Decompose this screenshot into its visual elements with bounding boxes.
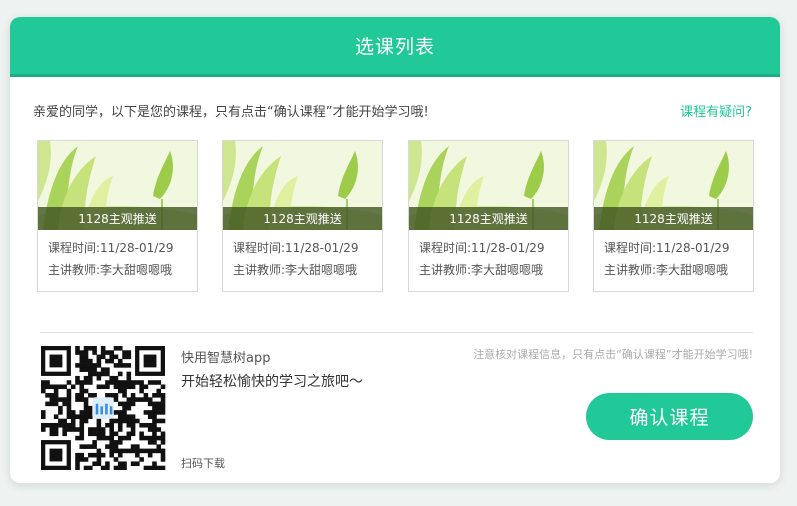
course-cover-image: 1128主观推送: [223, 141, 382, 230]
course-card[interactable]: 1128主观推送 课程时间:11/28-01/29 主讲教师:李大甜嗯嗯哦: [408, 140, 569, 292]
section-divider: [40, 332, 753, 333]
course-teacher: 主讲教师:李大甜嗯嗯哦: [48, 263, 173, 277]
course-name: 1128主观推送: [38, 207, 197, 230]
course-name: 1128主观推送: [409, 207, 568, 230]
app-name: 快用智慧树app: [181, 351, 271, 366]
app-download-qr-code-icon: [41, 346, 167, 470]
course-name: 1128主观推送: [594, 207, 753, 230]
course-card[interactable]: 1128主观推送 课程时间:11/28-01/29 主讲教师:李大甜嗯嗯哦: [593, 140, 754, 292]
modal-header: 选课列表: [10, 17, 780, 77]
course-teacher: 主讲教师:李大甜嗯嗯哦: [604, 263, 729, 277]
course-info: 课程时间:11/28-01/29 主讲教师:李大甜嗯嗯哦: [223, 230, 382, 281]
course-teacher: 主讲教师:李大甜嗯嗯哦: [233, 263, 358, 277]
course-info: 课程时间:11/28-01/29 主讲教师:李大甜嗯嗯哦: [409, 230, 568, 281]
course-info: 课程时间:11/28-01/29 主讲教师:李大甜嗯嗯哦: [38, 230, 197, 281]
course-card-list: 1128主观推送 课程时间:11/28-01/29 主讲教师:李大甜嗯嗯哦 11…: [37, 140, 755, 292]
course-cover-image: 1128主观推送: [409, 141, 568, 230]
modal-title: 选课列表: [354, 36, 435, 58]
confirm-notice: 注意核对课程信息，只有点击“确认课程”才能开始学习哦!: [473, 348, 753, 361]
scan-download-label: 扫码下载: [181, 457, 225, 470]
confirm-course-button[interactable]: 确认课程: [586, 393, 753, 440]
course-time: 课程时间:11/28-01/29: [233, 241, 359, 255]
app-slogan: 开始轻松愉快的学习之旅吧〜: [181, 374, 363, 390]
course-cover-image: 1128主观推送: [594, 141, 753, 230]
course-question-link[interactable]: 课程有疑问?: [680, 101, 752, 120]
intro-text: 亲爱的同学，以下是您的课程，只有点击“确认课程”才能开始学习哦!: [33, 105, 429, 120]
intro-row: 亲爱的同学，以下是您的课程，只有点击“确认课程”才能开始学习哦! 课程有疑问?: [33, 101, 752, 120]
course-card[interactable]: 1128主观推送 课程时间:11/28-01/29 主讲教师:李大甜嗯嗯哦: [37, 140, 198, 292]
course-selection-modal: 选课列表 亲爱的同学，以下是您的课程，只有点击“确认课程”才能开始学习哦! 课程…: [10, 17, 780, 483]
course-info: 课程时间:11/28-01/29 主讲教师:李大甜嗯嗯哦: [594, 230, 753, 281]
course-time: 课程时间:11/28-01/29: [48, 241, 174, 255]
course-name: 1128主观推送: [223, 207, 382, 230]
course-cover-image: 1128主观推送: [38, 141, 197, 230]
course-card[interactable]: 1128主观推送 课程时间:11/28-01/29 主讲教师:李大甜嗯嗯哦: [222, 140, 383, 292]
course-time: 课程时间:11/28-01/29: [419, 241, 545, 255]
course-time: 课程时间:11/28-01/29: [604, 241, 730, 255]
course-teacher: 主讲教师:李大甜嗯嗯哦: [419, 263, 544, 277]
